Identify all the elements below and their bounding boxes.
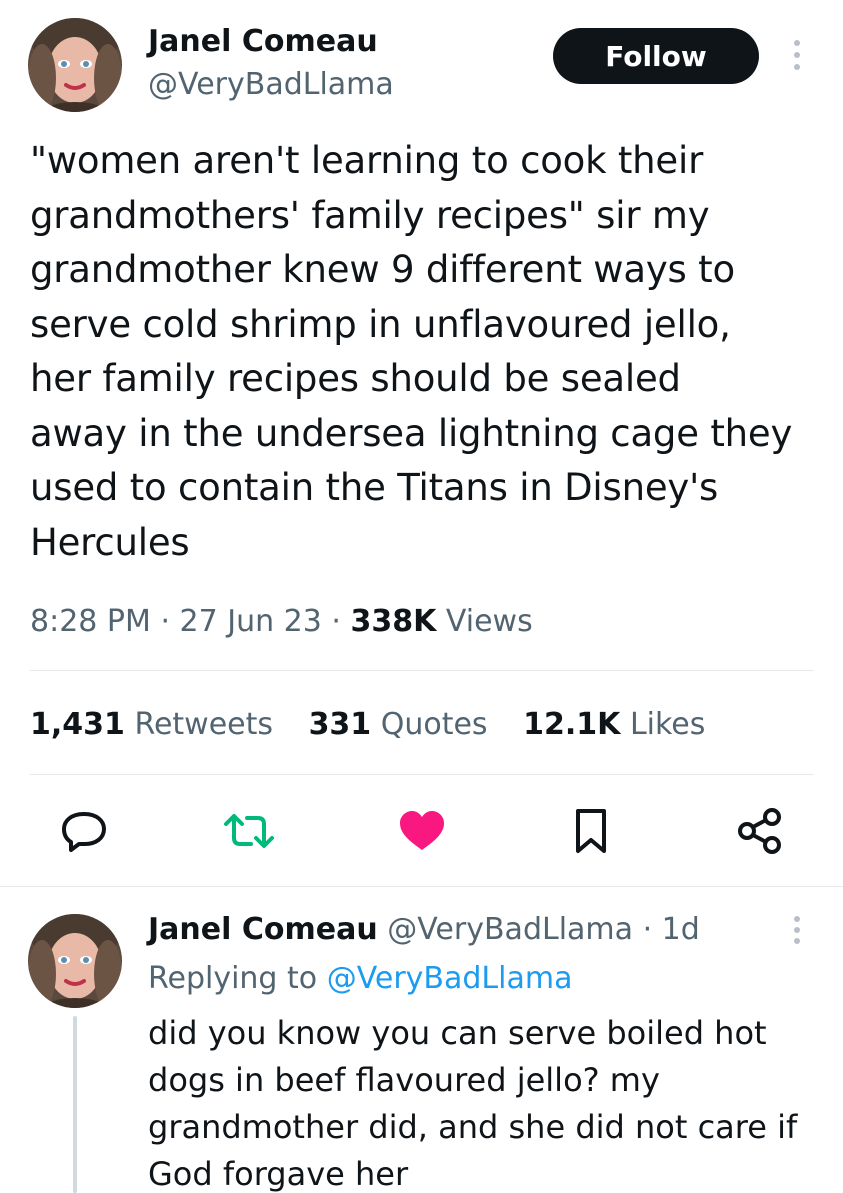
divider — [0, 886, 843, 887]
replying-to: Replying to @VeryBadLlama — [148, 961, 572, 997]
retweets-label: Retweets — [134, 707, 274, 742]
author-name[interactable]: Janel Comeau — [148, 24, 378, 60]
tweet-text-line: used to contain the Titans in Disney's — [30, 466, 719, 509]
tweet-text-line: away in the undersea lightning cage they — [30, 411, 793, 455]
tweet-text-line: grandmothers' family recipes" sir my — [30, 193, 710, 237]
reply-age[interactable]: 1d — [662, 912, 700, 947]
tweet-text-line: grandmother knew 9 different ways to — [30, 248, 735, 291]
share-icon[interactable] — [734, 804, 786, 858]
meta-separator: · — [160, 604, 170, 639]
tweet-text: "women aren't learning to cook their gra… — [30, 134, 792, 570]
tweet-meta: 8:28 PM · 27 Jun 23 · 338K Views — [30, 604, 533, 640]
retweets-count: 1,431 — [30, 707, 125, 742]
tweet-stats: 1,431 Retweets 331 Quotes 12.1K Likes — [30, 707, 731, 743]
tweet-text-line: her family recipes should be sealed — [30, 357, 681, 400]
divider — [30, 774, 814, 775]
retweet-icon[interactable] — [214, 806, 284, 856]
quotes-count: 331 — [308, 707, 372, 742]
quotes-stat[interactable]: 331 Quotes — [309, 707, 488, 742]
reply-more-options-icon[interactable] — [790, 916, 804, 944]
quotes-label: Quotes — [380, 707, 488, 742]
tweet-date[interactable]: 27 Jun 23 — [180, 604, 322, 639]
tweet-text-line: serve cold shrimp in unflavoured jello, — [30, 302, 731, 346]
meta-separator: · — [331, 604, 341, 639]
reply-icon[interactable] — [56, 806, 112, 856]
author-handle[interactable]: @VeryBadLlama — [148, 67, 394, 103]
views-label: Views — [445, 604, 533, 639]
likes-stat[interactable]: 12.1K Likes — [523, 707, 705, 742]
replying-prefix: Replying to — [148, 961, 318, 996]
reply-text: did you know you can serve boiled hot do… — [148, 1010, 797, 1193]
tweet-time[interactable]: 8:28 PM — [30, 604, 151, 639]
reply-text-line: did you know you can serve boiled hot — [148, 1014, 767, 1052]
divider — [30, 670, 814, 671]
reply-separator: · — [642, 912, 653, 947]
author-avatar[interactable] — [28, 18, 122, 112]
views-count: 338K — [350, 604, 437, 639]
bookmark-icon[interactable] — [566, 804, 616, 858]
reply-author-name[interactable]: Janel Comeau — [148, 912, 378, 947]
reply-header: Janel Comeau @VeryBadLlama · 1d — [148, 912, 700, 948]
follow-button[interactable]: Follow — [553, 28, 759, 84]
reply-text-line: grandmother did, and she did not care if — [148, 1108, 798, 1146]
like-icon[interactable] — [392, 806, 452, 856]
retweets-stat[interactable]: 1,431 Retweets — [30, 707, 273, 742]
more-options-icon[interactable] — [790, 40, 804, 70]
reply-text-line: God forgave her — [148, 1155, 409, 1193]
likes-count: 12.1K — [523, 707, 621, 742]
reply-avatar[interactable] — [28, 914, 122, 1008]
thread-line — [73, 1016, 77, 1193]
reply-text-line: dogs in beef flavoured jello? my — [148, 1061, 660, 1099]
likes-label: Likes — [629, 707, 706, 742]
reply-author-handle[interactable]: @VeryBadLlama — [387, 912, 633, 947]
tweet-text-line: Hercules — [30, 520, 190, 564]
replying-handle-link[interactable]: @VeryBadLlama — [327, 961, 573, 996]
tweet-text-line: "women aren't learning to cook their — [30, 139, 704, 182]
